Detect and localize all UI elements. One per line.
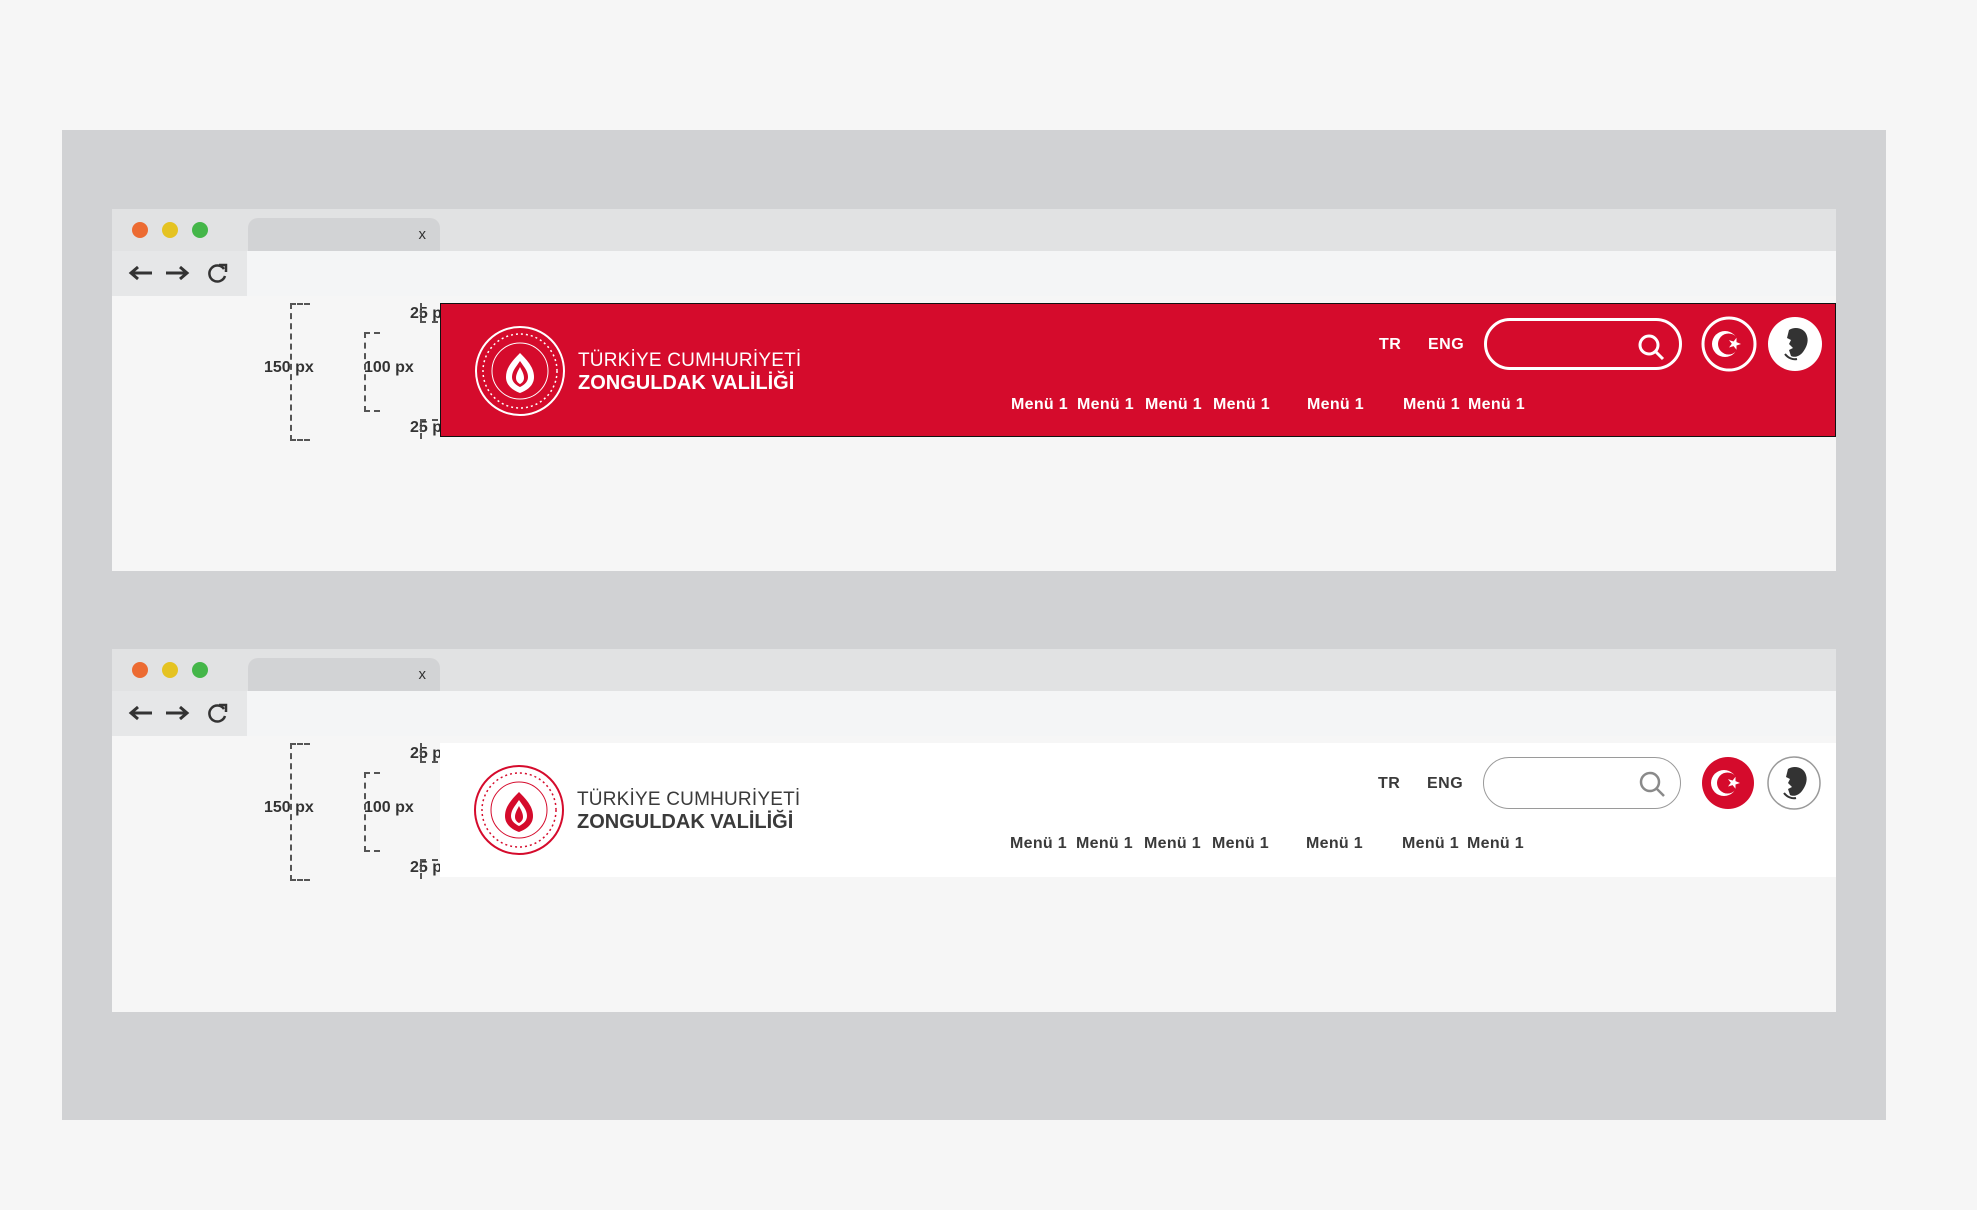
lang-eng-link[interactable]: ENG: [1428, 336, 1464, 354]
tab-close-button[interactable]: x: [419, 666, 427, 684]
forward-arrow-icon[interactable]: [164, 701, 192, 725]
search-icon[interactable]: [1638, 770, 1666, 798]
site-header: TÜRKİYE CUMHURİYETİ ZONGULDAK VALİLİĞİ T…: [440, 743, 1836, 877]
search-input[interactable]: [1483, 757, 1681, 809]
lang-tr-link[interactable]: TR: [1379, 336, 1401, 354]
logo-line-country: TÜRKİYE CUMHURİYETİ: [577, 789, 801, 810]
dim-bracket-top-pad: [420, 743, 438, 763]
dim-bracket-content: [364, 772, 380, 852]
main-menu: Menü 1 Menü 1 Menü 1 Menü 1 Menü 1 Menü …: [440, 835, 1836, 855]
menu-item-7[interactable]: Menü 1: [1467, 835, 1524, 853]
dim-bracket-content: [364, 332, 380, 412]
dim-bracket-bottom-pad: [420, 859, 438, 879]
window-maximize-dot[interactable]: [192, 222, 208, 238]
lang-eng-link[interactable]: ENG: [1427, 775, 1463, 793]
menu-item-3[interactable]: Menü 1: [1144, 835, 1201, 853]
menu-item-4[interactable]: Menü 1: [1213, 396, 1270, 414]
menu-item-5[interactable]: Menü 1: [1306, 835, 1363, 853]
reload-icon[interactable]: [204, 701, 232, 725]
browser-window-red-header: x 150 px 100 px 25 px 25 px TÜRKİYE CUMH…: [112, 209, 1836, 571]
menu-item-3[interactable]: Menü 1: [1145, 396, 1202, 414]
logo-line-institution: ZONGULDAK VALİLİĞİ: [577, 811, 794, 833]
main-menu: Menü 1 Menü 1 Menü 1 Menü 1 Menü 1 Menü …: [441, 396, 1835, 416]
back-arrow-icon[interactable]: [126, 261, 154, 285]
back-arrow-icon[interactable]: [126, 701, 154, 725]
menu-item-4[interactable]: Menü 1: [1212, 835, 1269, 853]
presentation-canvas: x 150 px 100 px 25 px 25 px TÜRKİYE CUMH…: [62, 130, 1886, 1120]
window-minimize-dot[interactable]: [162, 662, 178, 678]
logo-text[interactable]: TÜRKİYE CUMHURİYETİ ZONGULDAK VALİLİĞİ: [578, 350, 801, 395]
dim-bracket-total: [290, 743, 310, 881]
tab-bar: x: [112, 209, 1836, 251]
ataturk-portrait-icon[interactable]: [1767, 316, 1823, 372]
browser-tab[interactable]: x: [248, 218, 440, 251]
forward-arrow-icon[interactable]: [164, 261, 192, 285]
search-input[interactable]: [1484, 318, 1682, 370]
browser-window-white-header: x 150 px 100 px 25 px 25 px TÜRKİYE CUMH…: [112, 649, 1836, 1012]
menu-item-7[interactable]: Menü 1: [1468, 396, 1525, 414]
site-header: TÜRKİYE CUMHURİYETİ ZONGULDAK VALİLİĞİ T…: [440, 303, 1836, 437]
menu-item-5[interactable]: Menü 1: [1307, 396, 1364, 414]
reload-icon[interactable]: [204, 261, 232, 285]
browser-toolbar: [112, 251, 1836, 296]
dim-bracket-bottom-pad: [420, 419, 438, 439]
window-close-dot[interactable]: [132, 222, 148, 238]
menu-item-2[interactable]: Menü 1: [1077, 396, 1134, 414]
lang-tr-link[interactable]: TR: [1378, 775, 1400, 793]
window-minimize-dot[interactable]: [162, 222, 178, 238]
tab-bar: x: [112, 649, 1836, 691]
mockup-page: x 150 px 100 px 25 px 25 px TÜRKİYE CUMH…: [0, 0, 1977, 1210]
logo-text[interactable]: TÜRKİYE CUMHURİYETİ ZONGULDAK VALİLİĞİ: [577, 789, 800, 834]
dim-bracket-total: [290, 303, 310, 441]
menu-item-1[interactable]: Menü 1: [1010, 835, 1067, 853]
logo-line-institution: ZONGULDAK VALİLİĞİ: [578, 372, 795, 394]
dim-bracket-top-pad: [420, 303, 438, 323]
address-bar[interactable]: [247, 251, 1836, 296]
browser-tab[interactable]: x: [248, 658, 440, 691]
turkish-flag-icon[interactable]: [1701, 316, 1757, 372]
browser-toolbar: [112, 691, 1836, 736]
window-close-dot[interactable]: [132, 662, 148, 678]
menu-item-6[interactable]: Menü 1: [1403, 396, 1460, 414]
address-bar[interactable]: [247, 691, 1836, 736]
window-maximize-dot[interactable]: [192, 662, 208, 678]
ataturk-portrait-icon[interactable]: [1766, 755, 1822, 811]
logo-line-country: TÜRKİYE CUMHURİYETİ: [578, 350, 802, 371]
search-icon[interactable]: [1637, 333, 1665, 361]
turkish-flag-icon[interactable]: [1700, 755, 1756, 811]
tab-close-button[interactable]: x: [419, 226, 427, 244]
menu-item-6[interactable]: Menü 1: [1402, 835, 1459, 853]
menu-item-2[interactable]: Menü 1: [1076, 835, 1133, 853]
menu-item-1[interactable]: Menü 1: [1011, 396, 1068, 414]
